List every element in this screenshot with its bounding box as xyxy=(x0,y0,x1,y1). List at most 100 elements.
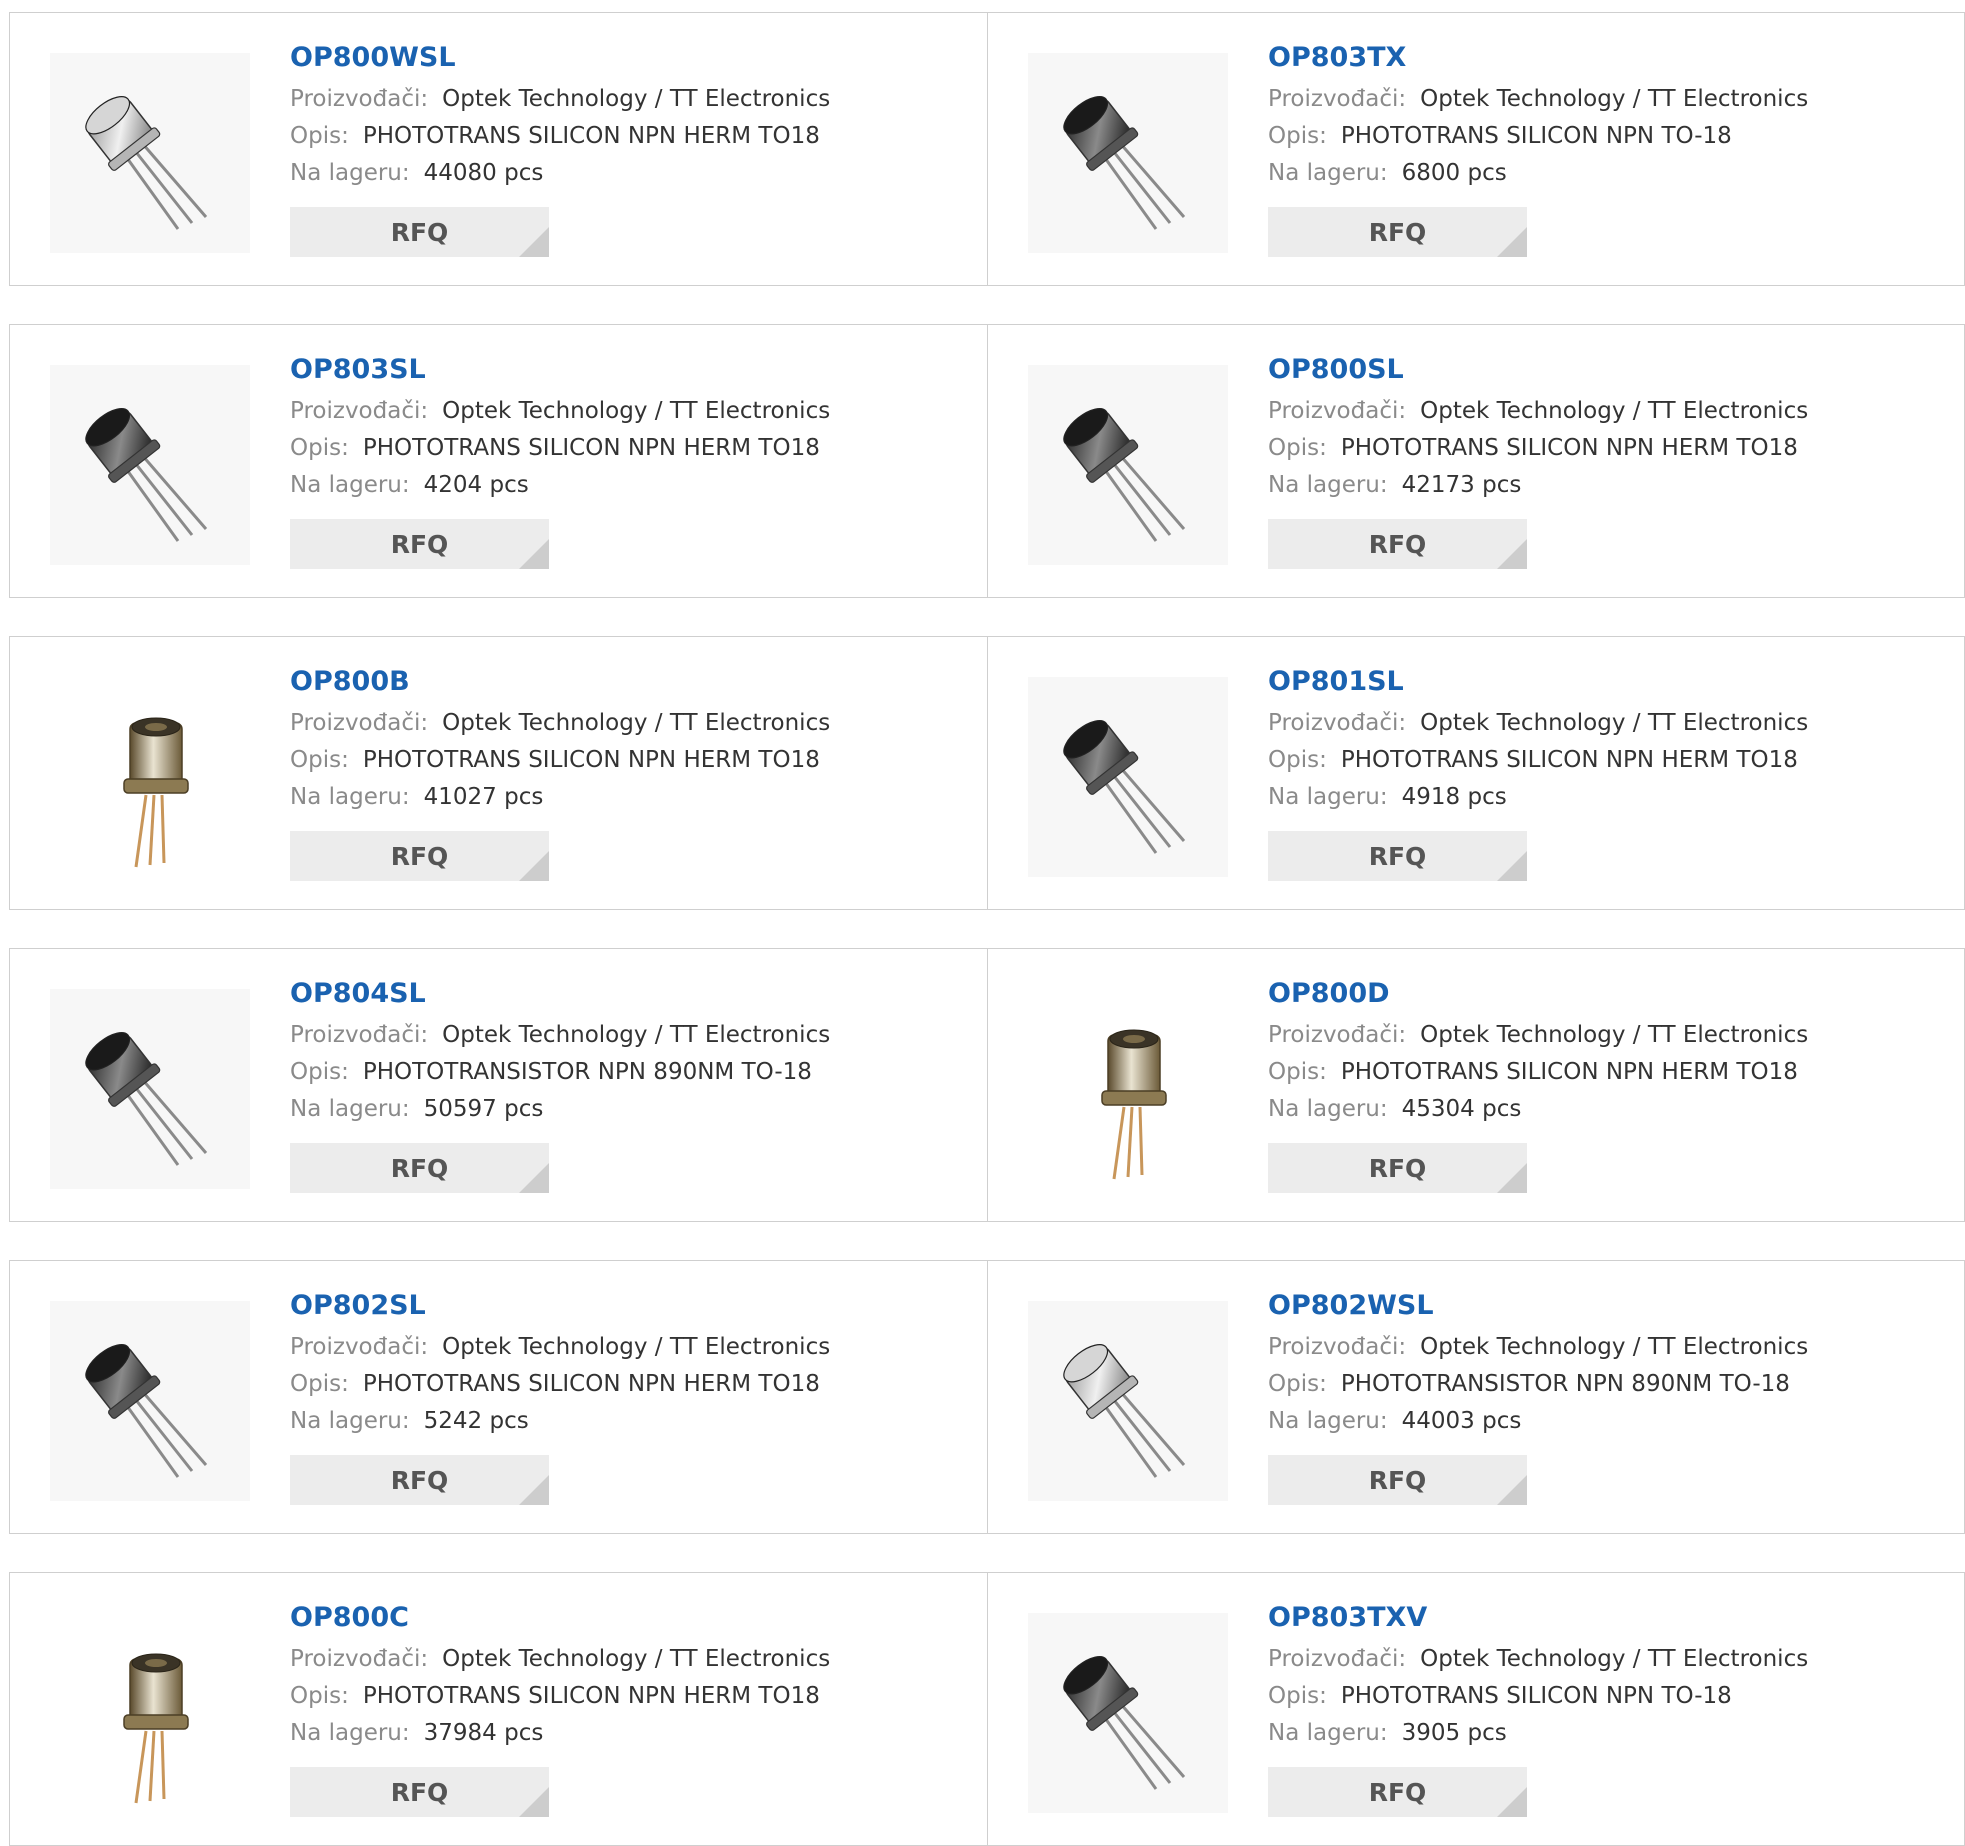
product-info: OP803TXV Proizvođači: Optek Technology / … xyxy=(1268,1601,1948,1817)
part-number-link[interactable]: OP803TXV xyxy=(1268,1601,1948,1635)
rfq-button[interactable]: RFQ xyxy=(290,1455,549,1505)
manufacturer-label: Proizvođači: xyxy=(1268,710,1407,736)
stock-value: 4204 pcs xyxy=(423,472,529,498)
rfq-button[interactable]: RFQ xyxy=(290,831,549,881)
rfq-button[interactable]: RFQ xyxy=(1268,831,1527,881)
manufacturer-label: Proizvođači: xyxy=(1268,86,1407,112)
manufacturer-row: Proizvođači: Optek Technology / TT Electr… xyxy=(290,393,970,430)
product-image[interactable] xyxy=(50,989,250,1189)
product-card: OP802SL Proizvođači: Optek Technology / T… xyxy=(9,1260,987,1534)
rfq-button[interactable]: RFQ xyxy=(1268,519,1527,569)
description-value: PHOTOTRANSISTOR NPN 890NM TO-18 xyxy=(362,1059,812,1085)
stock-row: Na lageru: 5242 pcs xyxy=(290,1403,970,1440)
rfq-button[interactable]: RFQ xyxy=(290,519,549,569)
rfq-button[interactable]: RFQ xyxy=(1268,1143,1527,1193)
product-image[interactable] xyxy=(50,1613,250,1813)
part-number-link[interactable]: OP802WSL xyxy=(1268,1289,1948,1323)
product-image[interactable] xyxy=(50,677,250,877)
stock-row: Na lageru: 6800 pcs xyxy=(1268,155,1948,192)
dark-lens-phototransistor-icon xyxy=(85,1032,208,1166)
product-image[interactable] xyxy=(1028,1301,1228,1501)
silver-can-phototransistor-icon xyxy=(85,96,208,230)
stock-label: Na lageru: xyxy=(1268,1408,1388,1434)
silver-can-phototransistor-icon xyxy=(1063,1344,1186,1478)
manufacturer-label: Proizvođači: xyxy=(1268,1334,1407,1360)
part-number-link[interactable]: OP800C xyxy=(290,1601,970,1635)
manufacturer-row: Proizvođači: Optek Technology / TT Electr… xyxy=(1268,1017,1948,1054)
description-label: Opis: xyxy=(1268,1683,1327,1709)
corner-triangle-icon xyxy=(519,227,549,257)
description-value: PHOTOTRANS SILICON NPN TO-18 xyxy=(1340,1683,1732,1709)
description-row: Opis: PHOTOTRANS SILICON NPN HERM TO18 xyxy=(290,742,970,779)
stock-row: Na lageru: 37984 pcs xyxy=(290,1715,970,1752)
stock-label: Na lageru: xyxy=(290,160,410,186)
description-row: Opis: PHOTOTRANSISTOR NPN 890NM TO-18 xyxy=(290,1054,970,1091)
stock-label: Na lageru: xyxy=(1268,1096,1388,1122)
part-number-link[interactable]: OP804SL xyxy=(290,977,970,1011)
product-image[interactable] xyxy=(1028,365,1228,565)
part-number-link[interactable]: OP801SL xyxy=(1268,665,1948,699)
dark-lens-phototransistor-icon xyxy=(1063,96,1186,230)
product-card: OP803SL Proizvođači: Optek Technology / T… xyxy=(9,324,987,598)
description-value: PHOTOTRANS SILICON NPN HERM TO18 xyxy=(1340,435,1798,461)
dark-lens-phototransistor-icon xyxy=(1063,408,1186,542)
rfq-button[interactable]: RFQ xyxy=(1268,1455,1527,1505)
rfq-button[interactable]: RFQ xyxy=(290,207,549,257)
manufacturer-row: Proizvođači: Optek Technology / TT Electr… xyxy=(290,1329,970,1366)
product-image[interactable] xyxy=(50,365,250,565)
part-number-link[interactable]: OP802SL xyxy=(290,1289,970,1323)
product-image[interactable] xyxy=(50,53,250,253)
stock-value: 3905 pcs xyxy=(1401,1720,1507,1746)
part-number-link[interactable]: OP803TX xyxy=(1268,41,1948,75)
manufacturer-label: Proizvođači: xyxy=(1268,1646,1407,1672)
part-number-link[interactable]: OP800WSL xyxy=(290,41,970,75)
rfq-label: RFQ xyxy=(390,1465,449,1495)
stock-row: Na lageru: 44080 pcs xyxy=(290,155,970,192)
stock-value: 41027 pcs xyxy=(423,784,544,810)
corner-triangle-icon xyxy=(519,851,549,881)
gold-lead-phototransistor-icon xyxy=(123,1653,189,1804)
product-info: OP800WSL Proizvođači: Optek Technology / … xyxy=(290,41,970,257)
part-number-link[interactable]: OP803SL xyxy=(290,353,970,387)
description-value: PHOTOTRANS SILICON NPN TO-18 xyxy=(1340,123,1732,149)
stock-row: Na lageru: 42173 pcs xyxy=(1268,467,1948,504)
stock-value: 37984 pcs xyxy=(423,1720,544,1746)
stock-value: 44080 pcs xyxy=(423,160,544,186)
stock-row: Na lageru: 50597 pcs xyxy=(290,1091,970,1128)
product-image[interactable] xyxy=(1028,677,1228,877)
gold-lead-phototransistor-icon xyxy=(123,717,189,868)
description-value: PHOTOTRANS SILICON NPN HERM TO18 xyxy=(362,123,820,149)
rfq-button[interactable]: RFQ xyxy=(1268,207,1527,257)
part-number-link[interactable]: OP800B xyxy=(290,665,970,699)
manufacturer-value: Optek Technology / TT Electronics xyxy=(1420,86,1809,112)
description-value: PHOTOTRANS SILICON NPN HERM TO18 xyxy=(1340,747,1798,773)
rfq-button[interactable]: RFQ xyxy=(1268,1767,1527,1817)
product-grid: OP800WSL Proizvođači: Optek Technology / … xyxy=(9,12,1965,1846)
manufacturer-row: Proizvođači: Optek Technology / TT Electr… xyxy=(1268,705,1948,742)
rfq-button[interactable]: RFQ xyxy=(290,1767,549,1817)
product-image[interactable] xyxy=(1028,53,1228,253)
product-card: OP803TXV Proizvođači: Optek Technology / … xyxy=(987,1572,1965,1846)
corner-triangle-icon xyxy=(519,1475,549,1505)
stock-value: 44003 pcs xyxy=(1401,1408,1522,1434)
product-image[interactable] xyxy=(1028,1613,1228,1813)
corner-triangle-icon xyxy=(519,539,549,569)
part-number-link[interactable]: OP800D xyxy=(1268,977,1948,1011)
rfq-button[interactable]: RFQ xyxy=(290,1143,549,1193)
rfq-label: RFQ xyxy=(1368,1465,1427,1495)
product-info: OP800D Proizvođači: Optek Technology / TT… xyxy=(1268,977,1948,1193)
manufacturer-row: Proizvođači: Optek Technology / TT Electr… xyxy=(290,1641,970,1678)
stock-label: Na lageru: xyxy=(290,1720,410,1746)
product-image[interactable] xyxy=(50,1301,250,1501)
product-card: OP804SL Proizvođači: Optek Technology / T… xyxy=(9,948,987,1222)
product-info: OP803SL Proizvođači: Optek Technology / T… xyxy=(290,353,970,569)
product-image[interactable] xyxy=(1028,989,1228,1189)
part-number-link[interactable]: OP800SL xyxy=(1268,353,1948,387)
product-card: OP802WSL Proizvođači: Optek Technology / … xyxy=(987,1260,1965,1534)
stock-label: Na lageru: xyxy=(290,1408,410,1434)
description-label: Opis: xyxy=(1268,747,1327,773)
manufacturer-value: Optek Technology / TT Electronics xyxy=(442,398,831,424)
description-label: Opis: xyxy=(290,1371,349,1397)
stock-label: Na lageru: xyxy=(290,784,410,810)
manufacturer-row: Proizvođači: Optek Technology / TT Electr… xyxy=(1268,81,1948,118)
